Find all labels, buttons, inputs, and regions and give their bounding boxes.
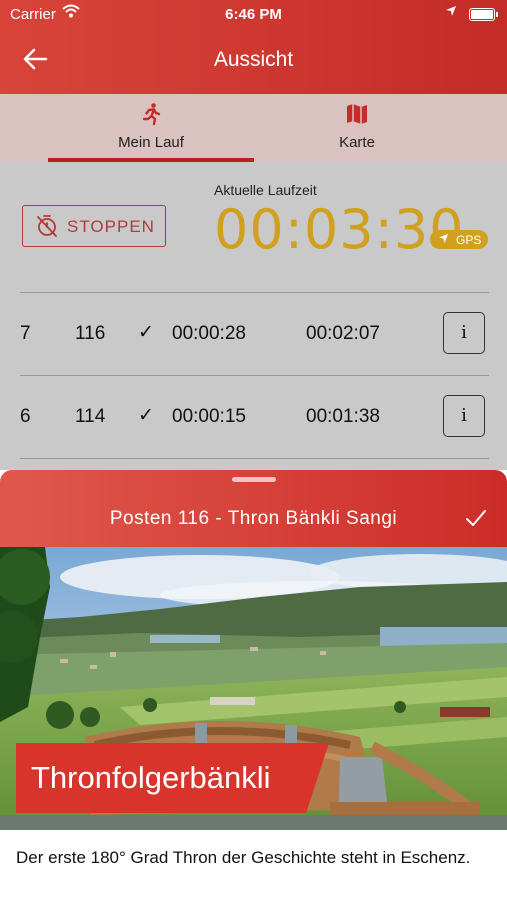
info-button[interactable]: i — [443, 312, 485, 354]
stop-button[interactable]: STOPPEN — [22, 205, 166, 247]
checkpoint-photo: Thronfolgerbänkli — [0, 547, 507, 830]
row-post-number: 114 — [75, 406, 106, 427]
divider — [20, 458, 489, 459]
row-split-time: 00:00:15 — [172, 406, 246, 427]
clock: 6:46 PM — [225, 6, 282, 23]
map-icon — [347, 104, 367, 124]
elapsed-time: 00:03:30 — [214, 198, 465, 261]
row-total-time: 00:02:07 — [306, 323, 380, 344]
checkmark-icon: ✓ — [138, 405, 154, 426]
stop-button-label: STOPPEN — [67, 217, 155, 236]
gps-label: GPS — [456, 233, 482, 247]
runner-icon — [142, 103, 161, 126]
checkpoint-description: Der erste 180° Grad Thron der Geschichte… — [16, 848, 471, 867]
sheet-title: Posten 116 - Thron Bänkli Sangi — [109, 508, 398, 529]
stopwatch-off-icon — [37, 215, 57, 237]
checkpoint-sheet: Posten 116 - Thron Bänkli Sangi Thronfol… — [0, 470, 507, 900]
table-row: 7 116 ✓ 00:00:28 00:02:07 i — [0, 303, 507, 365]
table-row: 6 114 ✓ 00:00:15 00:01:38 i — [0, 386, 507, 448]
row-post-number: 116 — [75, 323, 106, 344]
top-bar: Carrier 6:46 PM Aussicht — [0, 0, 507, 94]
gps-badge: GPS — [430, 230, 488, 249]
page-title: Aussicht — [213, 48, 294, 71]
elapsed-label: Aktuelle Laufzeit — [214, 182, 317, 198]
row-total-time: 00:01:38 — [306, 406, 380, 427]
tab-karte-label: Karte — [339, 134, 375, 151]
battery-icon — [469, 8, 498, 21]
segment-tabs: Mein Lauf Karte — [0, 94, 507, 162]
tab-karte[interactable]: Karte — [254, 94, 460, 162]
tab-mein-lauf[interactable]: Mein Lauf — [48, 94, 254, 162]
info-button[interactable]: i — [443, 395, 485, 437]
status-bar: Carrier 6:46 PM — [0, 0, 507, 28]
checkmark-icon: ✓ — [138, 322, 154, 343]
sheet-grabber[interactable] — [232, 477, 276, 482]
location-arrow-icon — [438, 233, 449, 244]
sheet-header: Posten 116 - Thron Bänkli Sangi — [0, 470, 507, 547]
divider — [20, 375, 489, 376]
run-content: STOPPEN Aktuelle Laufzeit 00:03:30 GPS 7… — [0, 162, 507, 482]
tab-mein-lauf-label: Mein Lauf — [118, 134, 184, 151]
location-arrow-icon — [446, 6, 456, 16]
checkmark-button[interactable] — [463, 505, 489, 531]
divider — [20, 292, 489, 293]
row-index: 6 — [20, 406, 31, 427]
photo-caption: Thronfolgerbänkli — [31, 760, 271, 795]
row-split-time: 00:00:28 — [172, 323, 246, 344]
row-index: 7 — [20, 323, 31, 344]
